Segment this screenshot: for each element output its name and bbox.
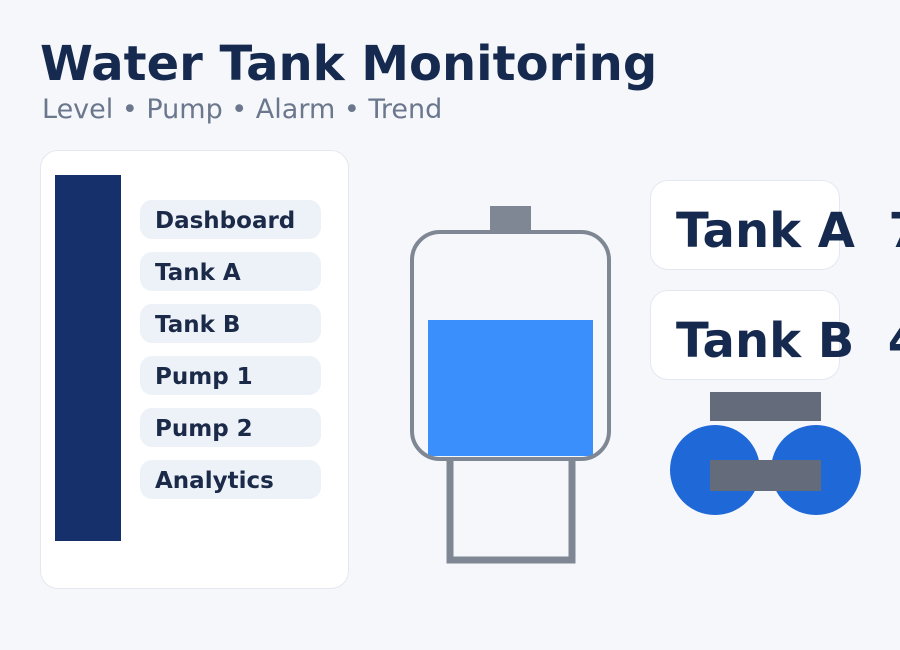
tank-water-level <box>428 320 593 456</box>
sidebar-item-label: Dashboard <box>155 207 296 234</box>
sidebar-item-dashboard[interactable]: Dashboard <box>140 200 321 239</box>
sidebar-rail <box>55 175 121 541</box>
sidebar-item-pump-1[interactable]: Pump 1 <box>140 356 321 395</box>
sidebar-item-label: Pump 1 <box>155 363 253 390</box>
sidebar-item-analytics[interactable]: Analytics <box>140 460 321 499</box>
tank-b-value: 4 <box>888 313 900 369</box>
sidebar-item-tank-a[interactable]: Tank A <box>140 252 321 291</box>
pump-icon[interactable] <box>668 390 864 520</box>
pump-top-plate <box>710 392 821 421</box>
page-title: Water Tank Monitoring <box>40 36 658 92</box>
pump-center-plate <box>710 460 821 491</box>
sidebar-nav: Dashboard Tank A Tank B Pump 1 Pump 2 An… <box>40 150 349 589</box>
sidebar-menu: Dashboard Tank A Tank B Pump 1 Pump 2 An… <box>140 200 321 512</box>
tank-b-readout: Tank B 4 <box>676 313 900 369</box>
tank-cap <box>490 206 531 232</box>
tank-stand <box>446 459 576 564</box>
tank-b-label: Tank B <box>676 313 855 369</box>
tank-a-readout: Tank A 7 <box>676 203 900 259</box>
sidebar-item-label: Tank B <box>155 311 241 338</box>
sidebar-item-tank-b[interactable]: Tank B <box>140 304 321 343</box>
page-subtitle: Level • Pump • Alarm • Trend <box>42 94 443 125</box>
sidebar-item-label: Analytics <box>155 467 274 494</box>
sidebar-item-pump-2[interactable]: Pump 2 <box>140 408 321 447</box>
tank-a-readout-card[interactable]: Tank A 7 <box>650 180 900 270</box>
tank-b-readout-card[interactable]: Tank B 4 <box>650 290 900 380</box>
tank-a-value: 7 <box>888 203 900 259</box>
sidebar-item-label: Tank A <box>155 259 241 286</box>
sidebar-item-label: Pump 2 <box>155 415 253 442</box>
water-tank-icon <box>410 206 611 564</box>
tank-a-label: Tank A <box>676 203 855 259</box>
